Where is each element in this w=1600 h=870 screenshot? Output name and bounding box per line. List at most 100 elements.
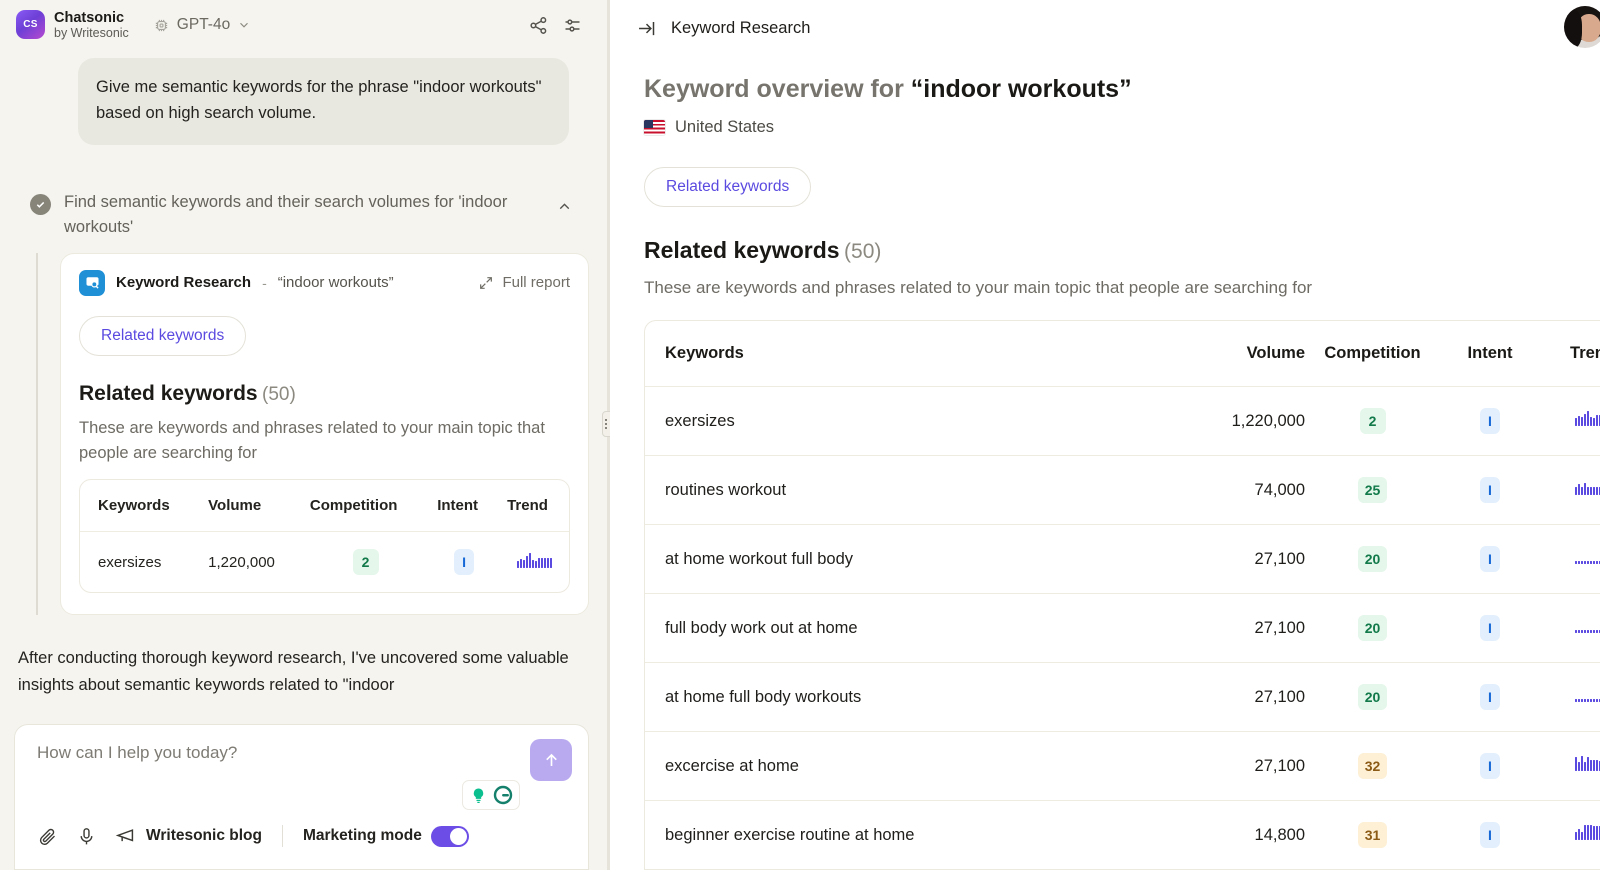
section-title: Related keywords	[79, 381, 258, 405]
cell-keyword: excercise at home	[645, 731, 1145, 801]
collapse-panel-button[interactable]: Keyword Research	[636, 18, 810, 39]
table-row[interactable]: exersizes 1,220,000 2 I	[80, 532, 569, 593]
writesonic-blog-button[interactable]: Writesonic blog	[115, 825, 262, 847]
tab-related-keywords-main[interactable]: Related keywords	[644, 167, 812, 207]
report-section-heading: Related keywords (50)	[644, 237, 1600, 264]
brand-name: Chatsonic	[54, 9, 125, 26]
report-title-prefix: Keyword overview for	[644, 75, 904, 103]
cell-intent: I	[429, 532, 499, 593]
report-section-count: (50)	[844, 240, 882, 263]
cell-competition: 31	[1305, 801, 1440, 870]
cell-intent: I	[1440, 662, 1540, 732]
competition-badge: 2	[352, 549, 379, 576]
lightbulb-icon	[473, 788, 484, 803]
table-row[interactable]: routines workout 74,000 25 I	[645, 455, 1600, 525]
intent-badge: I	[1480, 408, 1500, 434]
tab-related-keywords[interactable]: Related keywords	[79, 315, 247, 356]
keyword-research-card: Keyword Research - “indoor workouts” Ful…	[60, 252, 589, 615]
cell-intent: I	[1440, 455, 1540, 525]
col-competition[interactable]: Competition	[1305, 321, 1440, 387]
cell-keyword: full body work out at home	[645, 593, 1145, 663]
trend-sparkline	[1575, 687, 1600, 702]
share-button[interactable]	[521, 8, 555, 42]
table-header-row: Keywords Volume Competition Intent Trend	[645, 321, 1600, 387]
col-trend[interactable]: Trend	[1540, 321, 1600, 387]
chat-panel: CS Chatsonic by Writesonic GPT-4o Give m…	[0, 0, 607, 870]
cell-intent: I	[1440, 593, 1540, 663]
intent-badge: I	[1480, 684, 1500, 710]
table-row[interactable]: at home workout full body 27,100 20 I	[645, 524, 1600, 594]
cell-keyword: routines workout	[645, 455, 1145, 525]
arrow-up-icon	[545, 753, 557, 766]
cell-trend	[1540, 662, 1600, 732]
intent-badge: I	[1480, 822, 1500, 848]
brand[interactable]: CS Chatsonic by Writesonic	[16, 10, 129, 40]
expand-icon	[480, 277, 493, 289]
table-row[interactable]: at home full body workouts 27,100 20 I	[645, 662, 1600, 732]
full-report-label: Full report	[502, 274, 570, 292]
cell-competition: 20	[1305, 662, 1440, 732]
tool-card-section-heading: Related keywords (50)	[79, 382, 570, 406]
microphone-button[interactable]	[76, 826, 97, 847]
grammarly-icon	[493, 785, 513, 805]
section-count: (50)	[262, 383, 296, 405]
send-button[interactable]	[530, 739, 572, 781]
table-row[interactable]: exersizes 1,220,000 2 I	[645, 386, 1600, 456]
col-volume[interactable]: Volume	[1145, 321, 1305, 387]
collapse-right-icon	[639, 21, 655, 36]
cell-intent: I	[1440, 386, 1540, 456]
cell-trend	[1540, 593, 1600, 663]
col-intent[interactable]: Intent	[1440, 321, 1540, 387]
table-row[interactable]: beginner exercise routine at home 14,800 3…	[645, 801, 1600, 870]
mini-col-trend: Trend	[499, 480, 569, 533]
report-title-query: “indoor workouts”	[910, 75, 1132, 103]
cell-keyword: at home full body workouts	[645, 662, 1145, 732]
message-input[interactable]: How can I help you today?	[37, 743, 570, 763]
report-body: Keyword overview for “indoor workouts” U…	[610, 39, 1600, 870]
trend-sparkline	[1575, 618, 1600, 633]
composer-toolbar: Writesonic blog Marketing mode	[37, 825, 570, 847]
cell-intent: I	[1440, 731, 1540, 801]
assistant-message: After conducting thorough keyword resear…	[18, 648, 569, 694]
writing-assistant-badges[interactable]	[462, 780, 520, 810]
task-collapse-button[interactable]	[550, 194, 579, 224]
intent-badge: I	[1480, 546, 1500, 572]
model-label: GPT-4o	[176, 16, 231, 33]
logo-text: CS	[23, 19, 38, 31]
cell-competition: 20	[1305, 593, 1440, 663]
cell-trend	[499, 532, 569, 593]
user-avatar[interactable]	[1564, 6, 1600, 48]
attach-button[interactable]	[37, 826, 58, 847]
section-description: These are keywords and phrases related t…	[79, 418, 545, 462]
mini-col-keywords: Keywords	[80, 480, 201, 533]
col-keywords[interactable]: Keywords	[645, 321, 1145, 387]
report-title: Keyword overview for “indoor workouts”	[644, 75, 1600, 104]
competition-badge: 31	[1357, 822, 1388, 848]
cell-volume: 27,100	[1145, 662, 1305, 732]
cell-volume: 27,100	[1145, 731, 1305, 801]
table-row[interactable]: excercise at home 27,100 32 I	[645, 731, 1600, 801]
marketing-mode-switch[interactable]	[430, 825, 469, 847]
cell-volume: 27,100	[1145, 524, 1305, 594]
marketing-mode-toggle[interactable]: Marketing mode	[303, 825, 469, 847]
competition-badge: 32	[1357, 753, 1388, 779]
settings-sliders-icon	[565, 18, 579, 32]
flag-canton	[644, 120, 653, 128]
task-row[interactable]: Find semantic keywords and their search …	[30, 190, 589, 239]
cell-competition: 2	[1305, 386, 1440, 456]
toolbar-divider	[281, 825, 283, 847]
cell-intent: I	[1440, 524, 1540, 594]
full-report-button[interactable]: Full report	[478, 274, 570, 291]
intent-badge: I	[1480, 615, 1500, 641]
table-row[interactable]: full body work out at home 27,100 20 I	[645, 593, 1600, 663]
mini-col-competition: Competition	[301, 480, 430, 533]
mini-col-volume: Volume	[200, 480, 302, 533]
cell-keyword: exersizes	[98, 553, 162, 571]
task-label: Find semantic keywords and their search …	[64, 193, 508, 236]
model-selector[interactable]: GPT-4o	[153, 16, 251, 34]
chevron-down-icon	[240, 22, 249, 28]
cell-volume: 74,000	[1145, 455, 1305, 525]
us-flag-icon	[644, 120, 665, 135]
settings-button[interactable]	[555, 8, 589, 42]
mini-table-header-row: Keywords Volume Competition Intent Trend	[80, 480, 569, 533]
